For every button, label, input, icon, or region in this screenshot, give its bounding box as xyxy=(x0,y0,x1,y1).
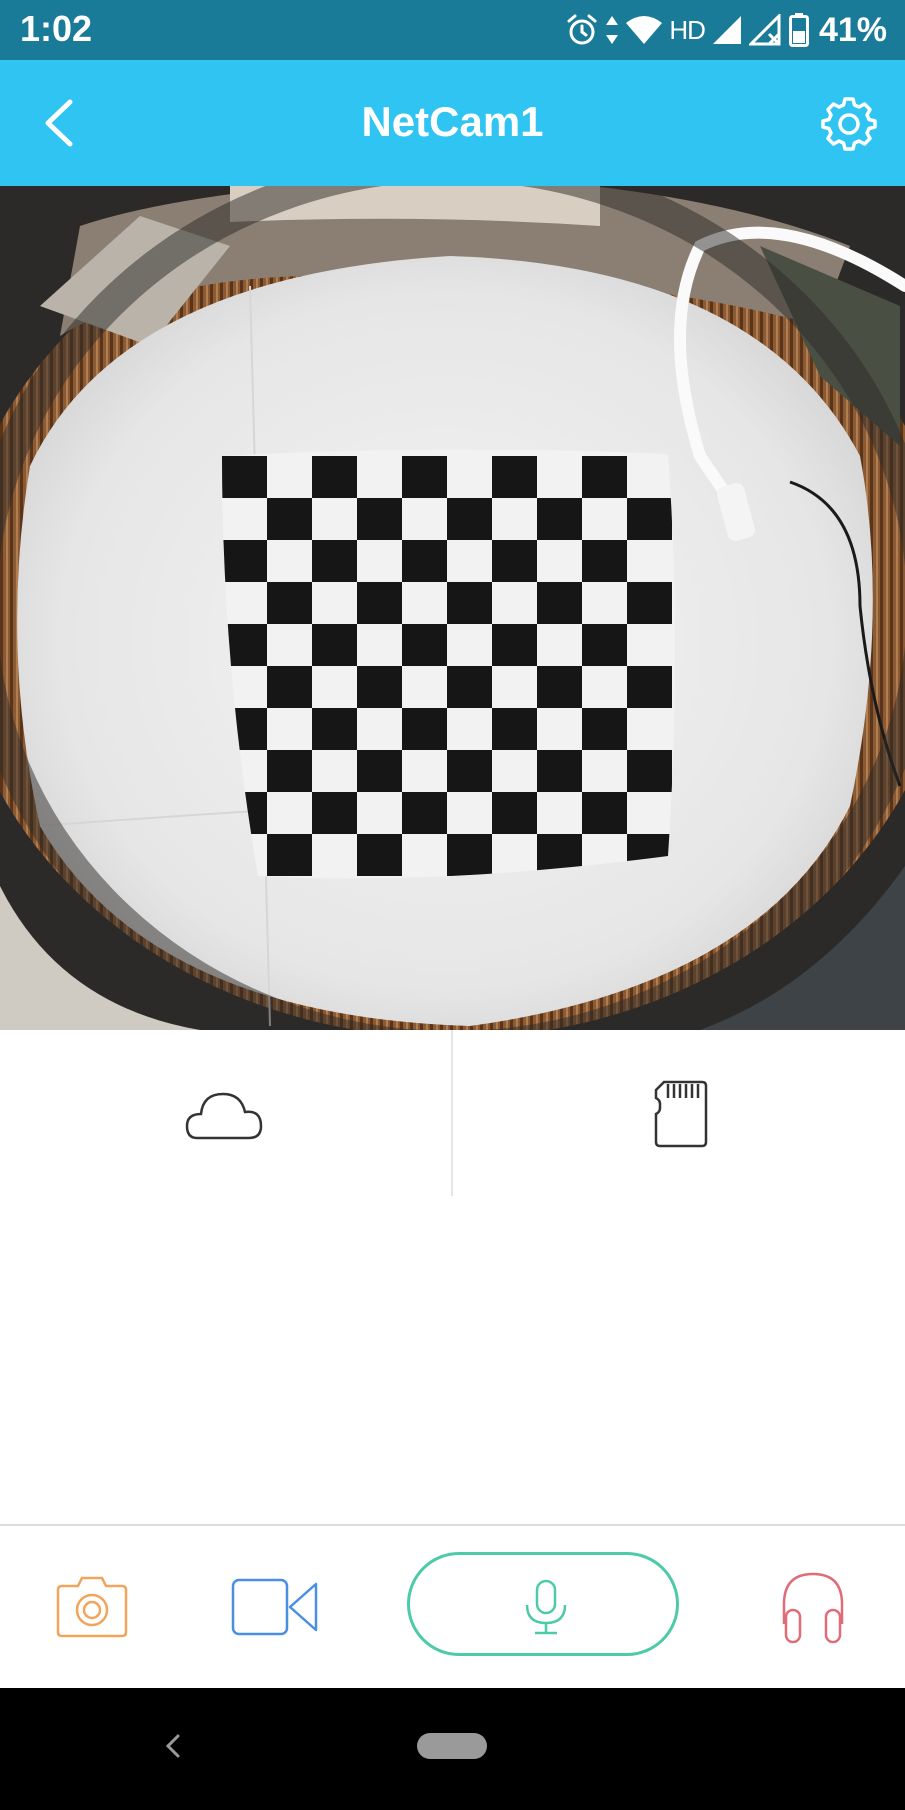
battery-percent: 41% xyxy=(818,10,887,49)
listen-button[interactable] xyxy=(778,1568,848,1646)
storage-options xyxy=(0,1030,905,1196)
battery-icon xyxy=(788,13,809,47)
control-toolbar xyxy=(0,1526,905,1688)
sd-card-icon xyxy=(654,1080,708,1148)
settings-button[interactable] xyxy=(821,95,877,151)
cloud-storage-button[interactable] xyxy=(185,1080,265,1150)
cloud-icon xyxy=(185,1092,263,1140)
data-arrows-icon xyxy=(606,16,619,44)
status-icons: HD 41% xyxy=(565,8,887,52)
headphones-icon xyxy=(782,1572,844,1644)
signal-no-service-icon xyxy=(748,14,781,46)
gear-icon xyxy=(821,97,877,151)
talk-button[interactable] xyxy=(407,1552,679,1656)
app-header: NetCam1 xyxy=(0,60,905,186)
nav-back-button[interactable] xyxy=(160,1724,186,1768)
storage-divider xyxy=(451,1030,453,1196)
sd-card-button[interactable] xyxy=(650,1078,710,1150)
wifi-icon xyxy=(626,16,663,44)
alarm-icon xyxy=(567,14,597,45)
video-camera-icon xyxy=(231,1578,318,1636)
camera-live-view[interactable] xyxy=(0,186,905,1030)
camera-feed-image xyxy=(0,186,905,1030)
record-video-button[interactable] xyxy=(230,1576,320,1638)
home-pill-icon[interactable] xyxy=(417,1733,487,1759)
signal-icon xyxy=(712,16,741,44)
nav-back-icon xyxy=(165,1734,180,1758)
system-nav-bar xyxy=(0,1688,905,1810)
snapshot-button[interactable] xyxy=(56,1576,128,1638)
page-title: NetCam1 xyxy=(361,98,544,145)
status-time: 1:02 xyxy=(20,8,93,49)
checkerboard-pattern xyxy=(222,449,675,879)
status-bar: 1:02 HD 41% xyxy=(0,0,905,60)
camera-icon xyxy=(56,1576,128,1638)
network-type-label: HD xyxy=(669,14,706,45)
microphone-icon xyxy=(525,1579,567,1635)
